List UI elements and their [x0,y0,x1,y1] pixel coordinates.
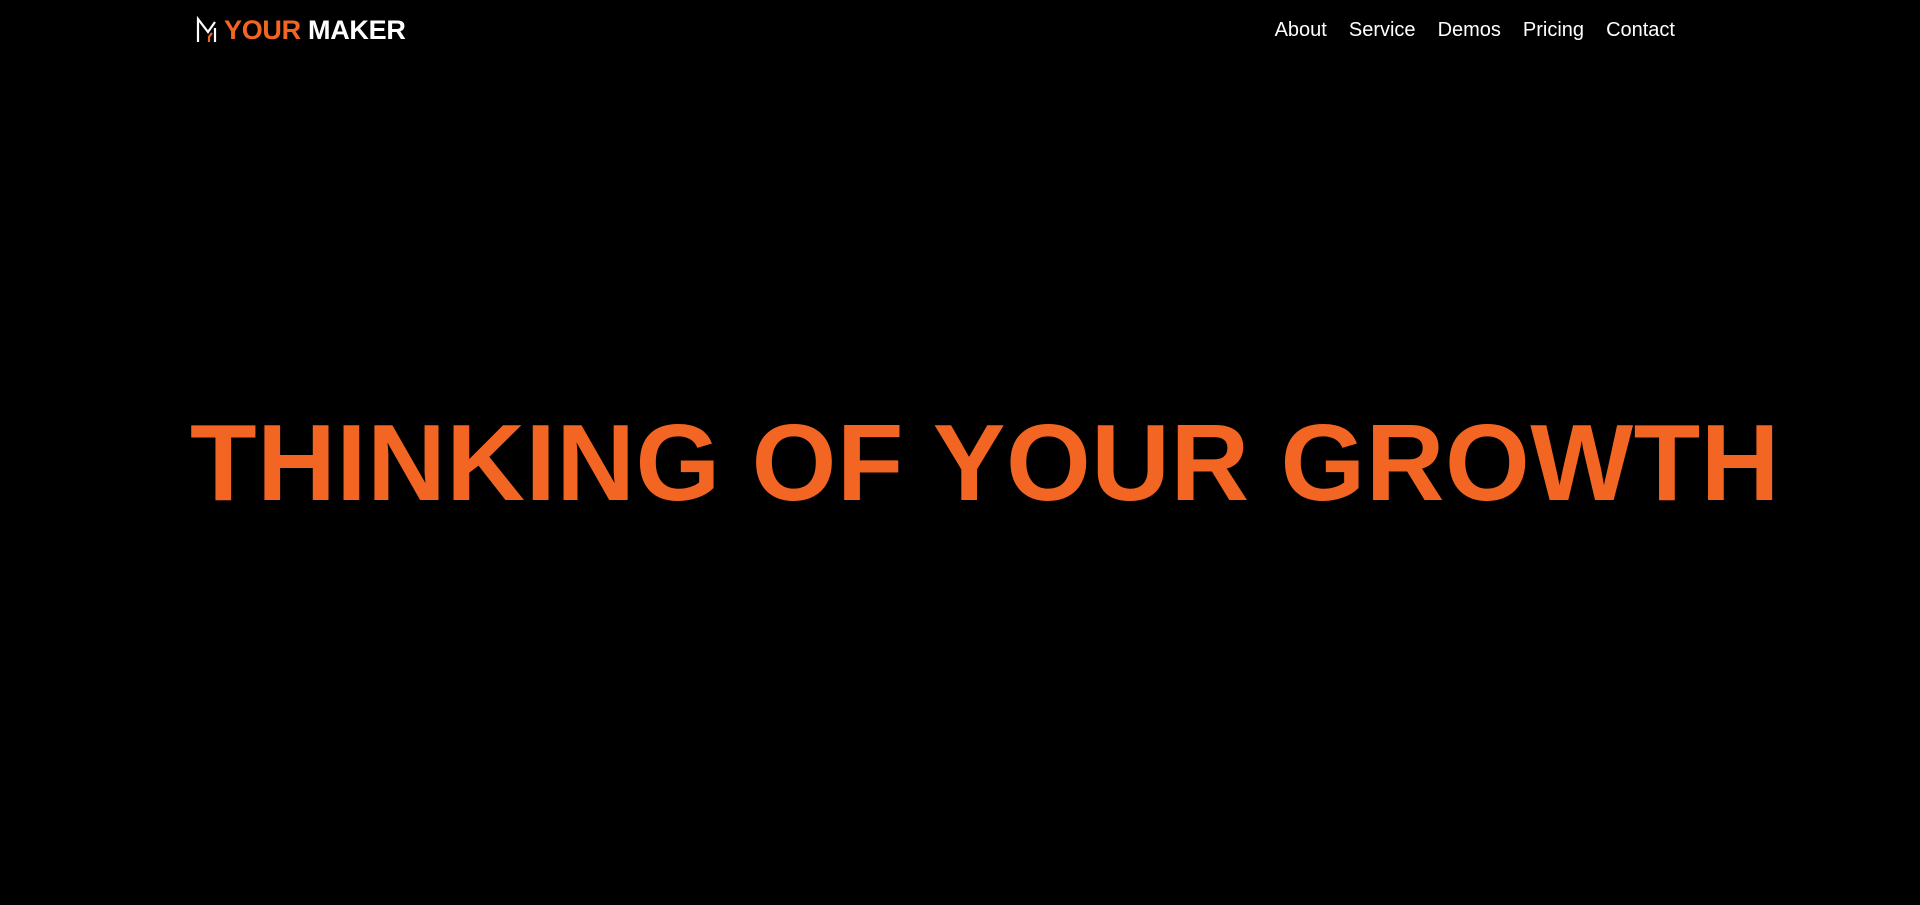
m-monogram-icon [196,16,217,42]
nav-link-demos[interactable]: Demos [1438,16,1501,44]
brand-name: YOUR MAKER [224,14,406,46]
nav-link-about[interactable]: About [1275,16,1327,44]
brand-name-accent: YOUR [224,15,301,45]
nav-link-contact[interactable]: Contact [1606,16,1675,44]
brand-logo[interactable]: YOUR MAKER [196,14,406,46]
hero-title: THINKING OF YOUR GROWTH [190,402,1780,524]
nav-link-pricing[interactable]: Pricing [1523,16,1584,44]
main-nav: About Service Demos Pricing Contact [1275,16,1675,44]
nav-link-service[interactable]: Service [1349,16,1416,44]
site-header: YOUR MAKER About Service Demos Pricing C… [0,0,1920,60]
brand-name-main: MAKER [308,15,406,45]
